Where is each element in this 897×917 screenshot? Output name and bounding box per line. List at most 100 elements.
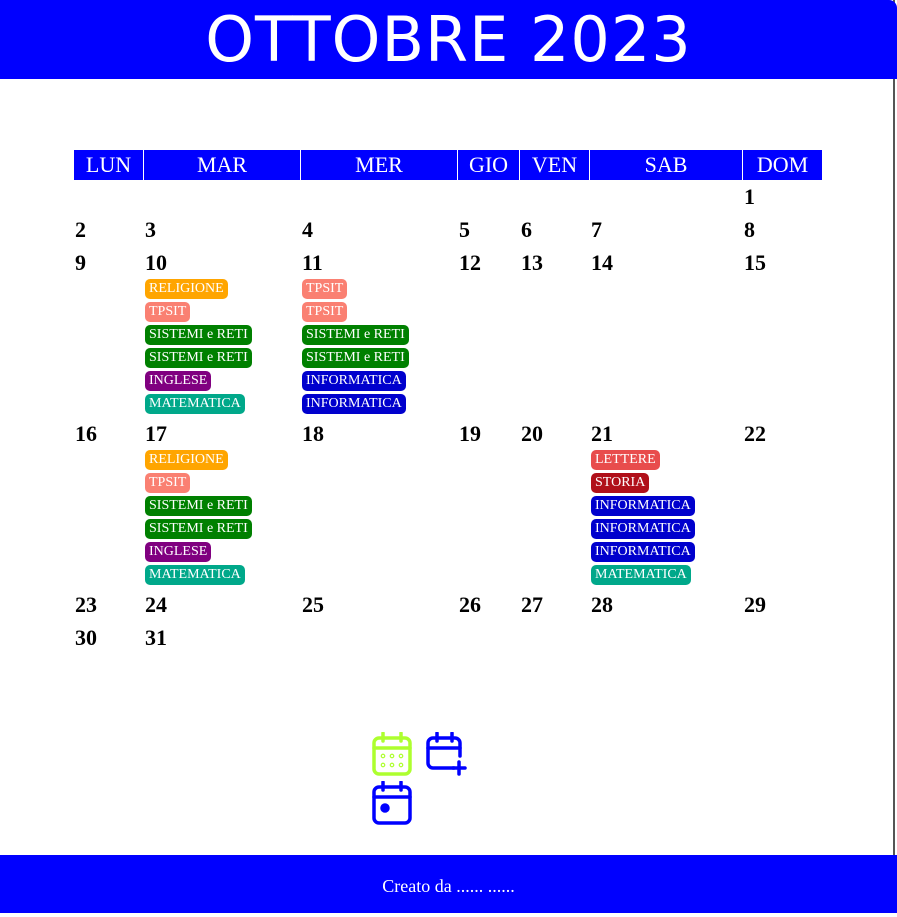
calendar-grid-icon[interactable] [372, 731, 412, 781]
footer-credit: Creato da ...... ...... [382, 876, 515, 896]
day-cell: 11 TPSIT TPSIT SISTEMI e RETI SISTEMI e RETI… [301, 246, 457, 417]
week-row: 23 24 25 26 27 28 29 [74, 588, 822, 621]
day-cell: 29 [743, 588, 822, 621]
day-cell: 2 [74, 213, 143, 246]
empty-cell [301, 180, 457, 213]
day-number: 23 [75, 592, 97, 617]
event-tag[interactable]: RELIGIONE [145, 279, 228, 299]
day-cell: 5 [458, 213, 519, 246]
event-tag[interactable]: TPSIT [302, 302, 348, 322]
event-tag[interactable]: LETTERE [591, 450, 660, 470]
day-number: 21 [591, 421, 613, 446]
event-tag[interactable]: MATEMATICA [591, 565, 691, 585]
day-cell: 31 [144, 621, 300, 654]
day-number: 16 [75, 421, 97, 446]
day-number: 9 [75, 250, 86, 275]
day-number: 30 [75, 625, 97, 650]
month-title: OTTOBRE 2023 [205, 3, 692, 76]
empty-cell [590, 180, 742, 213]
day-cell: 30 [74, 621, 143, 654]
day-number: 17 [145, 421, 167, 446]
event-tag[interactable]: INFORMATICA [591, 496, 695, 516]
event-tag[interactable]: INFORMATICA [302, 394, 406, 414]
empty-cell [520, 180, 589, 213]
week-row: 1 [74, 180, 822, 213]
empty-cell [590, 621, 742, 654]
day-cell: 19 [458, 417, 519, 588]
day-cell: 26 [458, 588, 519, 621]
event-tag[interactable]: RELIGIONE [145, 450, 228, 470]
day-number: 13 [521, 250, 543, 275]
day-number: 4 [302, 217, 313, 242]
day-number: 7 [591, 217, 602, 242]
weekday-header-ven: VEN [520, 150, 589, 180]
event-tag[interactable]: TPSIT [302, 279, 348, 299]
day-cell: 3 [144, 213, 300, 246]
event-tag[interactable]: INFORMATICA [591, 542, 695, 562]
day-cell: 15 [743, 246, 822, 417]
day-cell: 25 [301, 588, 457, 621]
event-tag[interactable]: MATEMATICA [145, 394, 245, 414]
event-tag[interactable]: TPSIT [145, 302, 191, 322]
event-tag[interactable]: TPSIT [145, 473, 191, 493]
day-number: 18 [302, 421, 324, 446]
day-number: 1 [744, 184, 755, 209]
weekday-header-sab: SAB [590, 150, 742, 180]
weekday-header-mer: MER [301, 150, 457, 180]
day-cell: 10 RELIGIONE TPSIT SISTEMI e RETI SISTEMI e … [144, 246, 300, 417]
footer: Creato da ...... ...... [0, 855, 897, 913]
day-number: 22 [744, 421, 766, 446]
event-tag[interactable]: INGLESE [145, 371, 212, 391]
event-tag[interactable]: INFORMATICA [302, 371, 406, 391]
event-tag[interactable]: STORIA [591, 473, 650, 493]
day-cell: 18 [301, 417, 457, 588]
empty-cell [301, 621, 457, 654]
empty-cell [458, 621, 519, 654]
event-tag[interactable]: MATEMATICA [145, 565, 245, 585]
week-row: 2 3 4 5 6 7 8 [74, 213, 822, 246]
calendar-table: LUN MAR MER GIO VEN SAB DOM 1 2 3 4 5 6 7 8 9 10 R… [73, 150, 823, 654]
day-number: 8 [744, 217, 755, 242]
week-row: 16 17 RELIGIONE TPSIT SISTEMI e RETI SISTEMI … [74, 417, 822, 588]
day-number: 19 [459, 421, 481, 446]
calendar-body: 1 2 3 4 5 6 7 8 9 10 RELIGIONE TPSIT SISTEMI e RETI S… [74, 180, 822, 654]
empty-cell [743, 621, 822, 654]
event-tag[interactable]: SISTEMI e RETI [302, 325, 409, 345]
day-cell: 7 [590, 213, 742, 246]
day-number: 31 [145, 625, 167, 650]
weekday-header-row: LUN MAR MER GIO VEN SAB DOM [74, 150, 822, 180]
weekday-header-lun: LUN [74, 150, 143, 180]
empty-cell [144, 180, 300, 213]
day-cell: 13 [520, 246, 589, 417]
day-number: 5 [459, 217, 470, 242]
calendar-add-icon[interactable] [426, 731, 468, 781]
day-number: 26 [459, 592, 481, 617]
weekday-header-gio: GIO [458, 150, 519, 180]
day-number: 28 [591, 592, 613, 617]
event-tag[interactable]: INGLESE [145, 542, 212, 562]
weekday-header-mar: MAR [144, 150, 300, 180]
day-cell: 22 [743, 417, 822, 588]
event-tag[interactable]: SISTEMI e RETI [145, 519, 252, 539]
empty-cell [74, 180, 143, 213]
weekday-header-dom: DOM [743, 150, 822, 180]
day-number: 15 [744, 250, 766, 275]
day-number: 29 [744, 592, 766, 617]
event-tag[interactable]: SISTEMI e RETI [145, 348, 252, 368]
day-cell: 23 [74, 588, 143, 621]
day-number: 20 [521, 421, 543, 446]
day-number: 14 [591, 250, 613, 275]
day-number: 25 [302, 592, 324, 617]
event-tag[interactable]: SISTEMI e RETI [145, 496, 252, 516]
event-tag[interactable]: SISTEMI e RETI [302, 348, 409, 368]
day-number: 27 [521, 592, 543, 617]
week-row: 30 31 [74, 621, 822, 654]
day-cell: 6 [520, 213, 589, 246]
calendar-header: OTTOBRE 2023 [0, 0, 897, 79]
calendar-day-icon[interactable] [372, 780, 412, 830]
event-tag[interactable]: SISTEMI e RETI [145, 325, 252, 345]
day-number: 24 [145, 592, 167, 617]
view-switcher [372, 731, 524, 825]
day-cell: 20 [520, 417, 589, 588]
event-tag[interactable]: INFORMATICA [591, 519, 695, 539]
